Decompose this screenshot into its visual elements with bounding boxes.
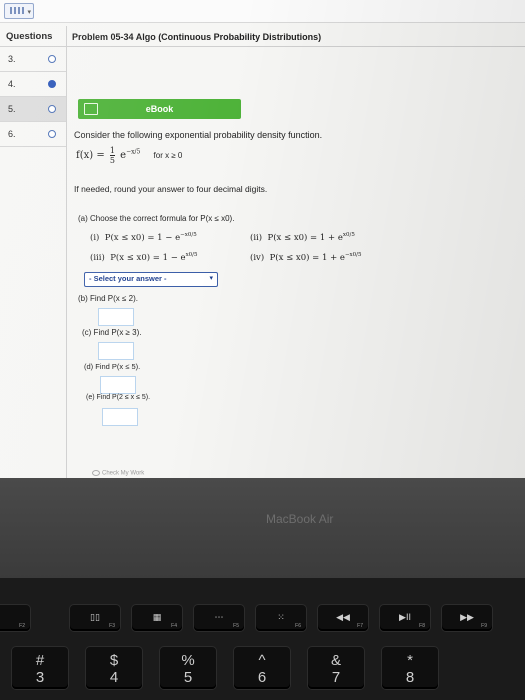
f6-key[interactable]: ⁙ F6 [256, 605, 306, 631]
ebook-button[interactable]: eBook [78, 99, 241, 119]
fraction-numerator: 1 [109, 146, 115, 156]
option-iii: (iii) P(x ≤ x0) = 1 − ex0/5 [90, 252, 198, 263]
problem-title: Problem 05-34 Algo (Continuous Probabili… [72, 32, 322, 42]
formula-lhs: f(x) = [76, 150, 105, 161]
status-filled-icon [48, 80, 56, 88]
status-open-icon [48, 55, 56, 63]
exp-power: −x/5 [126, 148, 141, 156]
answer-e-input[interactable] [102, 408, 138, 426]
check-my-work-link[interactable]: Check My Work [92, 470, 144, 477]
key-5[interactable]: % 5 [160, 647, 216, 689]
part-e-prompt: (e) Find P(2 ≤ x ≤ 5). [86, 394, 151, 401]
question-number: 3. [8, 54, 16, 64]
question-item-3[interactable]: 3. [0, 47, 66, 72]
formula-select[interactable]: - Select your answer - ▾ [84, 272, 218, 287]
rounding-note: If needed, round your answer to four dec… [74, 184, 268, 194]
option-i: (i) P(x ≤ x0) = 1 − e−x0/5 [90, 232, 197, 243]
column-divider [66, 26, 67, 478]
formula-domain: for x ≥ 0 [153, 151, 183, 160]
question-number: 6. [8, 129, 16, 139]
f5-key[interactable]: ⋯ F5 [194, 605, 244, 631]
option-ii: (ii) P(x ≤ x0) = 1 + ex0/5 [250, 232, 355, 243]
browser-screen: ▾ Questions Problem 05-34 Algo (Continuo… [0, 0, 525, 478]
answer-d-input[interactable] [100, 376, 136, 394]
question-item-4[interactable]: 4. [0, 72, 66, 97]
f9-key[interactable]: ▶▶ F9 [442, 605, 492, 631]
question-list: 3. 4. 5. 6. [0, 47, 66, 147]
part-a-prompt: (a) Choose the correct formula for P(x ≤… [78, 214, 235, 223]
grid-menu-icon[interactable]: ▾ [4, 3, 34, 19]
density-formula: f(x) = 1 5 e−x/5 for x ≥ 0 [76, 146, 182, 165]
questions-heading: Questions [6, 31, 53, 42]
question-item-6[interactable]: 6. [0, 122, 66, 147]
part-d-prompt: (d) Find P(x ≤ 5). [84, 362, 141, 371]
status-open-icon [48, 105, 56, 113]
f7-key[interactable]: ◀◀ F7 [318, 605, 368, 631]
select-text: - Select your answer - [89, 274, 167, 283]
part-b-prompt: (b) Find P(x ≤ 2). [78, 294, 138, 303]
problem-intro: Consider the following exponential proba… [74, 130, 323, 140]
chevron-down-icon: ▾ [209, 275, 213, 282]
ebook-label: eBook [145, 104, 174, 114]
key-4[interactable]: $4 [86, 647, 142, 689]
option-iv: (iv) P(x ≤ x0) = 1 + e−x0/5 [250, 252, 362, 263]
f4-key[interactable]: ▦ F4 [132, 605, 182, 631]
key-3[interactable]: #3 [12, 647, 68, 689]
formula-fraction: 1 5 [109, 146, 115, 165]
question-number: 5. [8, 104, 16, 114]
part-c-prompt: (c) Find P(x ≥ 3). [82, 328, 142, 337]
question-number: 4. [8, 79, 16, 89]
laptop-bezel [0, 478, 525, 578]
key-6[interactable]: ^ 6 [234, 647, 290, 689]
status-open-icon [48, 130, 56, 138]
question-item-5[interactable]: 5. [0, 97, 66, 122]
answer-c-input[interactable] [98, 342, 134, 360]
f3-key[interactable]: ▯▯ F3 [70, 605, 120, 631]
fraction-denominator: 5 [109, 156, 115, 165]
answer-b-input[interactable] [98, 308, 134, 326]
f8-key[interactable]: ▶II F8 [380, 605, 430, 631]
f2-key[interactable]: F2 [0, 605, 30, 631]
key-7[interactable]: & 7 [308, 647, 364, 689]
key-8[interactable]: * 8 [382, 647, 438, 689]
top-toolbar: ▾ [0, 0, 525, 23]
brand-label: MacBook Air [266, 512, 334, 526]
header-row: Questions Problem 05-34 Algo (Continuous… [0, 26, 525, 47]
